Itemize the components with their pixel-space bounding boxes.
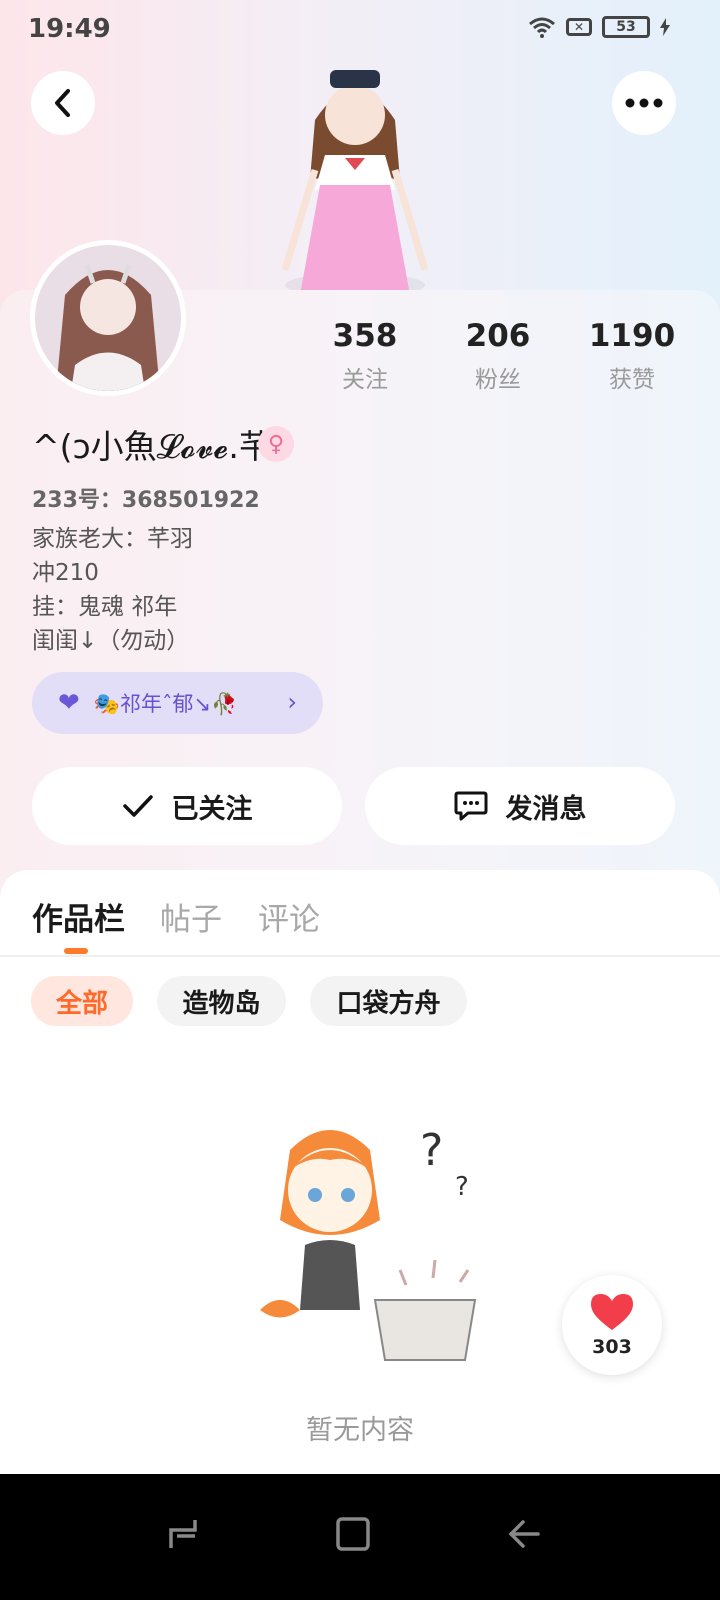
- bio-line: 闺闺↓（勿动）: [32, 628, 190, 654]
- back-arrow-icon: [508, 1520, 540, 1548]
- heart-icon: ❤: [58, 688, 80, 718]
- content-panel: 作品栏 帖子 评论 全部 造物岛 口袋方舟 ? ? 暂无内容: [0, 870, 720, 1474]
- empty-state-text: 暂无内容: [306, 1415, 414, 1446]
- tab-posts[interactable]: 帖子: [160, 894, 222, 939]
- status-time: 19:49: [28, 14, 111, 44]
- message-button-label: 发消息: [505, 793, 587, 825]
- status-bar: 19:49 ✕ 53: [0, 0, 720, 62]
- filter-all[interactable]: 全部: [31, 976, 133, 1026]
- follow-button[interactable]: 已关注: [32, 767, 342, 845]
- tab-divider: [0, 955, 720, 957]
- heart-icon: [591, 1294, 633, 1330]
- chevron-right-icon: ›: [287, 688, 297, 716]
- more-button[interactable]: [612, 71, 676, 135]
- nav-home-button[interactable]: [323, 1504, 383, 1564]
- nickname: ^(ↄ小魚𝓛𝓸𝓿𝓮.芊: [32, 427, 272, 466]
- like-count: 303: [592, 1336, 632, 1358]
- signal-off-icon: ✕: [566, 18, 592, 36]
- nav-back-button[interactable]: [493, 1504, 553, 1564]
- home-square-icon: [336, 1517, 370, 1551]
- svg-text:?: ?: [455, 1172, 469, 1202]
- tab-comments[interactable]: 评论: [258, 894, 320, 939]
- message-button[interactable]: 发消息: [365, 767, 675, 845]
- female-icon: ♀: [258, 426, 294, 462]
- stat-likes-label: 获赞: [609, 367, 655, 393]
- filter-pocket-ark[interactable]: 口袋方舟: [310, 976, 467, 1026]
- stat-fans[interactable]: 206 粉丝: [438, 318, 558, 394]
- follow-button-label: 已关注: [171, 793, 253, 825]
- stat-following[interactable]: 358 关注: [305, 318, 425, 394]
- bio: 家族老大：芊羽 冲210 挂：鬼魂 祁年 闺闺↓（勿动）: [32, 522, 193, 658]
- svg-text:?: ?: [420, 1125, 443, 1176]
- bio-line: 挂：鬼魂 祁年: [32, 594, 178, 620]
- like-button[interactable]: 303: [562, 1275, 662, 1375]
- more-dots-icon: [625, 98, 663, 108]
- check-icon: [122, 795, 153, 817]
- stat-following-count: 358: [332, 318, 398, 354]
- family-chip-label: 🎭祁年ˆ郁↘🥀: [93, 692, 238, 716]
- banner-character-image: [281, 70, 429, 295]
- status-icons: ✕ 53: [528, 16, 670, 38]
- battery-level: 53: [616, 19, 636, 35]
- tab-works[interactable]: 作品栏: [32, 894, 125, 939]
- user-id[interactable]: 233号：368501922: [32, 482, 260, 514]
- recents-icon: [169, 1520, 197, 1548]
- bio-line: 家族老大：芊羽: [32, 526, 193, 552]
- chat-icon: [454, 791, 487, 821]
- stat-fans-count: 206: [465, 318, 531, 354]
- back-button[interactable]: [31, 71, 95, 135]
- profile-stats: 358 关注 206 粉丝 1190 获赞: [300, 318, 700, 398]
- charging-icon: [660, 18, 670, 36]
- empty-state-illustration: ? ?: [260, 1125, 477, 1361]
- family-chip[interactable]: ❤ 🎭祁年ˆ郁↘🥀 ›: [32, 672, 323, 734]
- stat-likes-count: 1190: [588, 318, 676, 354]
- tab-indicator: [64, 948, 88, 954]
- nav-recents-button[interactable]: [153, 1504, 213, 1564]
- avatar[interactable]: [30, 240, 186, 396]
- stat-following-label: 关注: [342, 367, 388, 393]
- stat-likes[interactable]: 1190 获赞: [572, 318, 692, 394]
- avatar-image: [35, 245, 181, 391]
- stat-fans-label: 粉丝: [475, 367, 521, 393]
- wifi-icon: [529, 17, 555, 38]
- chevron-left-icon: [55, 89, 70, 117]
- bio-line: 冲210: [32, 560, 99, 586]
- battery-icon: 53: [602, 16, 650, 38]
- system-nav-bar: [0, 1474, 720, 1600]
- filter-creation-island[interactable]: 造物岛: [157, 976, 286, 1026]
